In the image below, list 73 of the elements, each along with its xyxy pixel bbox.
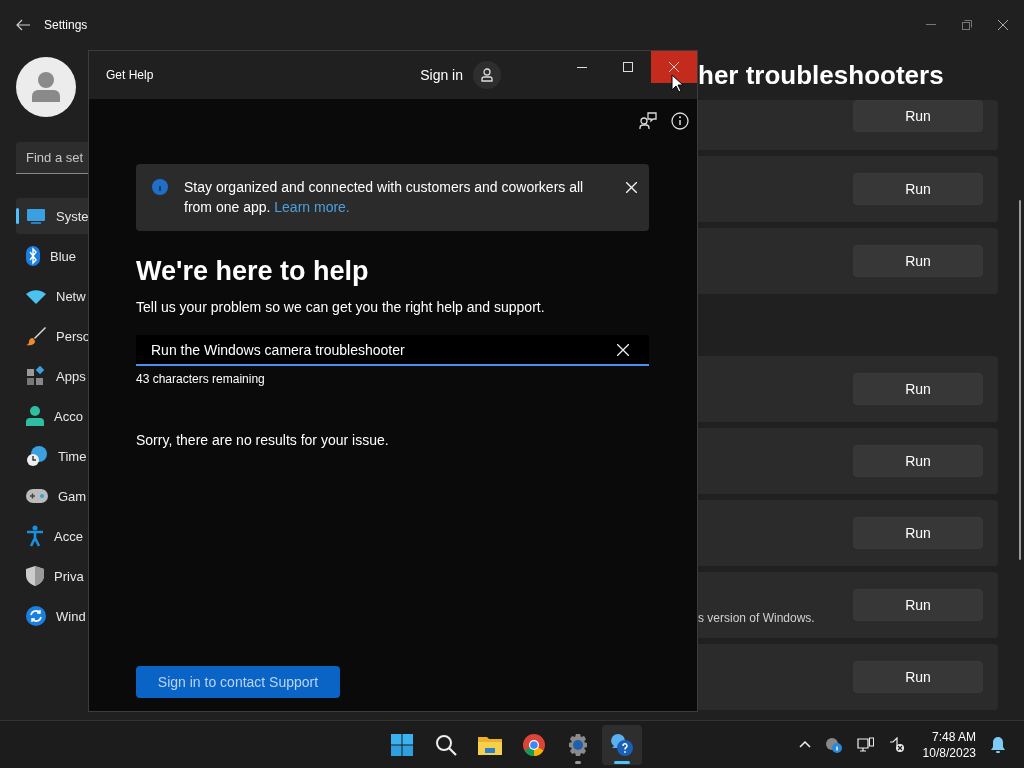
person-icon — [481, 68, 493, 82]
wifi-icon — [26, 288, 46, 304]
taskbar-button[interactable] — [602, 724, 642, 765]
bell-icon[interactable] — [990, 735, 1006, 754]
run-button[interactable]: Run — [853, 173, 983, 205]
gear-icon — [567, 733, 589, 756]
window-title: Settings — [44, 18, 88, 32]
back-arrow-icon[interactable] — [16, 19, 30, 31]
run-button[interactable]: Run — [853, 245, 983, 277]
no-results-message: Sorry, there are no results for your issue. — [136, 432, 390, 448]
minimize-icon[interactable] — [577, 66, 587, 68]
window-title: Get Help — [106, 68, 154, 82]
sign-in-link[interactable]: Sign in — [420, 67, 463, 83]
nav-item[interactable]: Netw — [16, 278, 88, 314]
restore-icon[interactable] — [962, 20, 972, 30]
help-heading: We're here to help — [136, 255, 370, 287]
monitor-icon — [26, 208, 46, 224]
speaker-muted-icon[interactable] — [888, 736, 905, 753]
run-button[interactable]: Run — [853, 100, 983, 132]
nav-item[interactable]: Priva — [16, 558, 88, 594]
shield-icon — [26, 566, 44, 586]
problem-input-field[interactable]: Run the Windows camera troubleshooter — [136, 335, 649, 366]
nav-item[interactable]: Acco — [16, 398, 88, 434]
bluetooth-icon — [26, 246, 40, 266]
clock-time[interactable]: 7:48 AM — [931, 728, 976, 745]
chevron-up-icon[interactable] — [798, 741, 811, 748]
search-field[interactable]: Find a set — [16, 142, 88, 174]
run-button[interactable]: Run — [853, 517, 983, 549]
paintbrush-icon — [26, 326, 46, 346]
character-count: 43 characters remaining — [136, 372, 266, 386]
run-button[interactable]: Run — [853, 661, 983, 693]
nav-item[interactable]: Acce — [16, 518, 88, 554]
info-icon — [152, 179, 168, 195]
gamepad-icon — [26, 489, 48, 503]
help-chat-icon — [610, 732, 634, 757]
learn-more-link[interactable]: Learn more. — [274, 199, 350, 215]
accessibility-icon — [26, 525, 44, 547]
windows-logo-icon — [391, 733, 413, 756]
maximize-icon[interactable] — [623, 62, 633, 72]
nav-item[interactable]: Syste — [16, 198, 88, 234]
clear-icon[interactable] — [617, 343, 629, 356]
clock-date[interactable]: 10/8/2023 — [922, 744, 976, 761]
nav-item[interactable]: Gam — [16, 478, 88, 514]
apps-icon — [26, 366, 46, 386]
globe-clock-icon — [26, 445, 48, 467]
run-button[interactable]: Run — [853, 589, 983, 621]
banner-text: Stay organized and connected with customers and coworkers all from one app. Learn more. — [184, 178, 585, 217]
cloud-icon[interactable] — [824, 736, 843, 753]
card-description: s version of Windows. — [698, 611, 815, 625]
person-icon — [26, 406, 44, 426]
person-icon — [32, 72, 60, 102]
account-button[interactable] — [473, 61, 501, 89]
nav-item[interactable]: Apps — [16, 358, 88, 394]
nav-item[interactable]: Wind — [16, 598, 88, 634]
info-icon[interactable] — [671, 112, 689, 130]
chat-icon[interactable] — [639, 112, 657, 130]
close-icon — [669, 62, 679, 72]
run-button[interactable]: Run — [853, 445, 983, 477]
browser-icon — [523, 733, 545, 756]
cursor-icon — [671, 74, 683, 93]
folder-icon — [478, 734, 502, 755]
help-subheading: Tell us your problem so we can get you the right help and support. — [136, 299, 546, 315]
close-icon[interactable] — [998, 20, 1008, 30]
page-heading: her troubleshooters — [698, 59, 945, 92]
scrollbar[interactable] — [1019, 200, 1021, 560]
run-button[interactable]: Run — [853, 373, 983, 405]
nav-item[interactable]: Blue — [16, 238, 88, 274]
nav-item[interactable]: Time — [16, 438, 88, 474]
network-icon[interactable] — [856, 736, 875, 753]
contact-support-button[interactable]: Sign in to contact Support — [136, 666, 340, 698]
sync-icon — [26, 606, 46, 626]
search-icon — [435, 733, 457, 756]
close-button[interactable] — [651, 51, 697, 83]
